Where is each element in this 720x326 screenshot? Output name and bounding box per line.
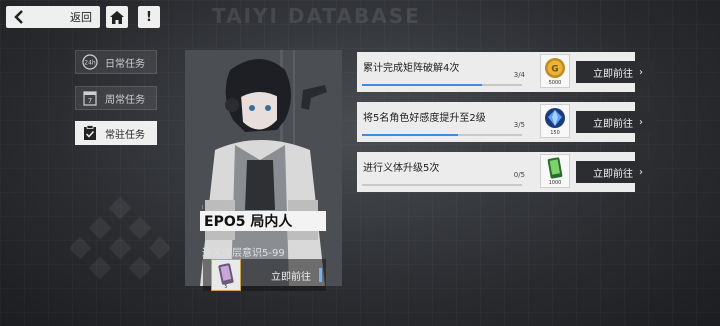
gold-coin-icon: G (545, 58, 565, 78)
tab-label: 常驻任务 (105, 129, 145, 141)
tab-label: 周常任务 (105, 94, 145, 106)
character-reward-item[interactable]: 5 (211, 259, 241, 291)
go-indicator (319, 268, 322, 282)
home-icon (110, 10, 124, 24)
svg-text:G: G (551, 65, 558, 75)
task-progress: 3/4 (513, 71, 525, 79)
character-requirement: 通关浅层意识5-99 (202, 248, 285, 259)
background-title: TAIYI DATABASE (212, 4, 421, 28)
chevron-right-icon: › (639, 116, 643, 128)
go-label: 立即前往 (593, 68, 633, 80)
task-reward-item[interactable]: 1000 (540, 154, 570, 188)
back-arrow-icon (6, 10, 32, 24)
svg-text:7: 7 (88, 97, 92, 105)
tab-daily[interactable]: 24h 日常任务 (75, 50, 157, 74)
character-go-button[interactable]: 立即前往 (271, 268, 311, 283)
back-button[interactable]: 返回 (6, 6, 100, 28)
task-progress-fill (362, 84, 482, 86)
background-diamond-pattern (70, 196, 170, 280)
home-button[interactable] (106, 6, 128, 28)
task-reward-item[interactable]: 150 (540, 104, 570, 138)
go-label: 立即前往 (593, 118, 633, 130)
chevron-right-icon: › (639, 166, 643, 178)
task-reward-item[interactable]: G 5000 (540, 54, 570, 88)
task-progress-bar (362, 184, 522, 186)
go-label: 立即前往 (593, 168, 633, 180)
task-progress-bar (362, 84, 522, 86)
phone-card-icon (218, 263, 234, 285)
exclamation-icon: ! (146, 9, 152, 25)
task-progress-bar (362, 134, 522, 136)
task-row: 进行义体升级5次 0/5 1000 立即前往 › (357, 152, 654, 192)
character-name: EPO5 局内人 (200, 211, 326, 231)
task-go-button[interactable]: 立即前往 › (576, 161, 654, 183)
green-card-icon (547, 157, 563, 179)
task-progress: 3/5 (513, 121, 525, 129)
tab-label: 日常任务 (105, 58, 145, 70)
task-row: 将5名角色好感度提升至2级 3/5 150 立即前往 › (357, 102, 654, 142)
task-title: 将5名角色好感度提升至2级 (363, 113, 486, 124)
reward-count: 5000 (548, 80, 562, 86)
task-row: 累计完成矩阵破解4次 3/4 G 5000 立即前往 › (357, 52, 654, 92)
back-label: 返回 (70, 11, 92, 24)
calendar-7-icon: 7 (80, 89, 100, 107)
tab-permanent[interactable]: 常驻任务 (75, 121, 157, 145)
24h-icon: 24h (80, 53, 100, 71)
reward-count: 150 (550, 130, 560, 136)
svg-text:24h: 24h (84, 60, 96, 67)
task-title: 累计完成矩阵破解4次 (363, 63, 460, 74)
reward-count: 1000 (548, 180, 562, 186)
info-button[interactable]: ! (138, 6, 160, 28)
blue-crystal-icon (545, 108, 565, 128)
tab-weekly[interactable]: 7 周常任务 (75, 86, 157, 110)
task-go-button[interactable]: 立即前往 › (576, 61, 654, 83)
task-title: 进行义体升级5次 (363, 163, 440, 174)
reward-count: 5 (224, 284, 228, 290)
task-go-button[interactable]: 立即前往 › (576, 111, 654, 133)
task-progress-fill (362, 134, 458, 136)
clipboard-check-icon (80, 124, 100, 142)
task-progress: 0/5 (513, 171, 525, 179)
character-reward-box: 5 立即前往 (203, 259, 326, 291)
chevron-right-icon: › (639, 66, 643, 78)
